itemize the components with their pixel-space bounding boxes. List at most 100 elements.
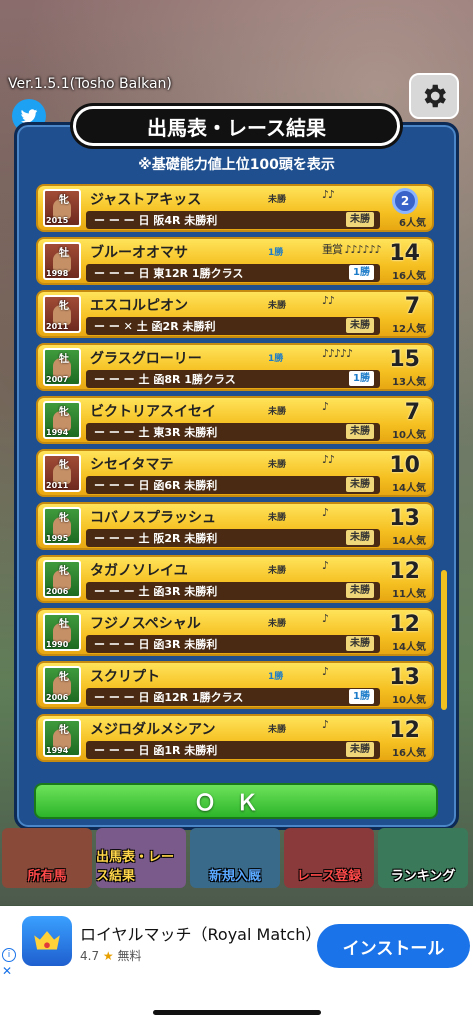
ad-close-icon[interactable]: ✕ (2, 964, 12, 978)
finish-rank: 12 (389, 559, 420, 584)
nav-item-label: 新規入厩 (208, 869, 261, 884)
race-detail: ー ー ー 日 函1R 未勝利 未勝 (86, 741, 380, 759)
horse-row[interactable]: 牝 1995 コバノスプラッシュ 未勝 ♪ ー ー ー 土 阪2R 未勝利 未勝… (36, 502, 434, 550)
nav-item-label: 出馬表・レース結果 (96, 850, 175, 884)
nav-item[interactable]: 所有馬 (2, 828, 92, 888)
nav-item[interactable]: 新規入厩 (190, 828, 280, 888)
horse-rating-icons: ♪ (322, 400, 329, 413)
horse-class: 未勝 (268, 407, 287, 417)
race-result-badge: 未勝 (346, 212, 374, 227)
race-detail: ー ー ✕ 土 函2R 未勝利 未勝 (86, 317, 380, 335)
finish-rank: 12 (389, 612, 420, 637)
horse-class: 1勝 (268, 672, 284, 682)
horse-list[interactable]: 牝 2015 ジャストアキッス 未勝 ♪♪ ー ー ー 日 阪4R 未勝利 未勝… (36, 184, 436, 774)
horse-sex: 牝 (59, 725, 69, 736)
horse-sex: 牡 (59, 248, 69, 259)
popularity: 11人気 (392, 589, 426, 600)
race-detail-text: ー ー ー 日 函12R 1勝クラス (94, 691, 244, 704)
race-detail-text: ー ー ー 土 阪2R 未勝利 (94, 532, 218, 545)
horse-rating-icons: ♪♪ (322, 294, 335, 307)
ad-info-icon[interactable]: i (2, 948, 16, 962)
horse-portrait: 牝 2015 (43, 189, 81, 227)
horse-name: ジャストアキッス (90, 192, 202, 208)
horse-portrait: 牝 2011 (43, 454, 81, 492)
ad-app-title[interactable]: ロイヤルマッチ（Royal Match） (80, 921, 321, 945)
popularity: 13人気 (392, 377, 426, 388)
horse-class: 未勝 (268, 513, 287, 523)
horse-row[interactable]: 牡 1998 ブルーオオマサ 1勝 重賞 ♪♪♪♪♪♪ ー ー ー 日 東12R… (36, 237, 434, 285)
install-button[interactable]: インストール (317, 924, 470, 968)
race-result-badge: 1勝 (349, 371, 374, 386)
horse-row[interactable]: 牝 1994 メジロダルメシアン 未勝 ♪ ー ー ー 日 函1R 未勝利 未勝… (36, 714, 434, 762)
horse-class: 未勝 (268, 460, 287, 470)
horse-row[interactable]: 牡 2007 グラスグローリー 1勝 ♪♪♪♪♪ ー ー ー 土 函8R 1勝ク… (36, 343, 434, 391)
horse-name: メジロダルメシアン (90, 722, 216, 738)
nav-item-label: 所有馬 (27, 869, 67, 884)
ad-rating: 4.7 ★ 無料 (80, 947, 142, 964)
finish-rank: 15 (389, 347, 420, 372)
race-result-badge: 未勝 (346, 318, 374, 333)
popularity: 10人気 (392, 430, 426, 441)
horse-year: 1990 (46, 640, 69, 649)
ad-price: 無料 (117, 949, 142, 963)
race-detail: ー ー ー 日 東12R 1勝クラス 1勝 (86, 264, 380, 282)
race-result-badge: 未勝 (346, 477, 374, 492)
horse-row[interactable]: 牝 2011 シセイタマテ 未勝 ♪♪ ー ー ー 日 函6R 未勝利 未勝 1… (36, 449, 434, 497)
race-detail-text: ー ー ー 日 阪4R 未勝利 (94, 214, 218, 227)
horse-portrait: 牡 1990 (43, 613, 81, 651)
horse-portrait: 牡 2007 (43, 348, 81, 386)
nav-item[interactable]: 出馬表・レース結果 (96, 828, 186, 888)
horse-name: コバノスプラッシュ (90, 510, 216, 526)
horse-row[interactable]: 牝 2006 タガノソレイユ 未勝 ♪ ー ー ー 土 函3R 未勝利 未勝 1… (36, 555, 434, 603)
crown-king-icon (34, 931, 60, 950)
popularity: 16人気 (392, 271, 426, 282)
horse-name: フジノスペシャル (90, 616, 201, 632)
horse-class: 未勝 (268, 619, 287, 629)
race-detail-text: ー ー ー 日 東12R 1勝クラス (94, 267, 244, 280)
popularity: 6人気 (399, 218, 426, 229)
race-detail-text: ー ー ー 日 函1R 未勝利 (94, 744, 218, 757)
horse-year: 2011 (46, 322, 69, 331)
star-icon: ★ (102, 949, 114, 963)
horse-row[interactable]: 牝 2011 エスコルピオン 未勝 ♪♪ ー ー ✕ 土 函2R 未勝利 未勝 … (36, 290, 434, 338)
horse-row[interactable]: 牝 1994 ビクトリアスイセイ 未勝 ♪ ー ー ー 土 東3R 未勝利 未勝… (36, 396, 434, 444)
horse-row[interactable]: 牡 1990 フジノスペシャル 未勝 ♪ ー ー ー 日 函3R 未勝利 未勝 … (36, 608, 434, 656)
settings-button[interactable] (409, 73, 459, 119)
list-scrollbar[interactable] (441, 570, 447, 710)
horse-name: エスコルピオン (90, 298, 188, 314)
finish-rank: 7 (404, 400, 420, 425)
app-icon[interactable] (22, 916, 72, 966)
horse-row[interactable]: 牝 2006 スクリプト 1勝 ♪ ー ー ー 日 函12R 1勝クラス 1勝 … (36, 661, 434, 709)
nav-item-label: ランキング (390, 869, 456, 884)
nav-item[interactable]: ランキング (378, 828, 468, 888)
popularity: 12人気 (392, 324, 426, 335)
horse-portrait: 牝 2011 (43, 295, 81, 333)
home-indicator[interactable] (153, 1010, 321, 1015)
horse-name: ビクトリアスイセイ (90, 404, 216, 420)
horse-sex: 牝 (59, 672, 69, 683)
horse-class: 1勝 (268, 248, 284, 258)
race-result-badge: 未勝 (346, 742, 374, 757)
horse-year: 1994 (46, 746, 69, 755)
dialog-subtitle: ※基礎能力値上位100頭を表示 (138, 157, 335, 173)
horse-portrait: 牝 1995 (43, 507, 81, 545)
race-detail: ー ー ー 土 函8R 1勝クラス 1勝 (86, 370, 380, 388)
nav-item[interactable]: レース登録 (284, 828, 374, 888)
ad-banner[interactable]: i ✕ ロイヤルマッチ（Royal Match） 4.7 ★ 無料 インストール (0, 906, 473, 1024)
horse-row[interactable]: 牝 2015 ジャストアキッス 未勝 ♪♪ ー ー ー 日 阪4R 未勝利 未勝… (36, 184, 434, 232)
horse-rating-icons: ♪ (322, 718, 329, 731)
finish-rank: 7 (404, 294, 420, 319)
horse-name: スクリプト (90, 669, 160, 685)
horse-sex: 牝 (59, 460, 69, 471)
horse-year: 1994 (46, 428, 69, 437)
dialog-title: 出馬表・レース結果 (73, 106, 400, 146)
race-result-badge: 未勝 (346, 636, 374, 651)
horse-class: 未勝 (268, 725, 287, 735)
ok-button[interactable]: ＯＫ (34, 783, 438, 819)
horse-year: 2015 (46, 216, 69, 225)
popularity: 16人気 (392, 748, 426, 759)
horse-portrait: 牝 2006 (43, 666, 81, 704)
horse-class: 1勝 (268, 354, 284, 364)
race-result-badge: 未勝 (346, 583, 374, 598)
horse-sex: 牡 (59, 619, 69, 630)
